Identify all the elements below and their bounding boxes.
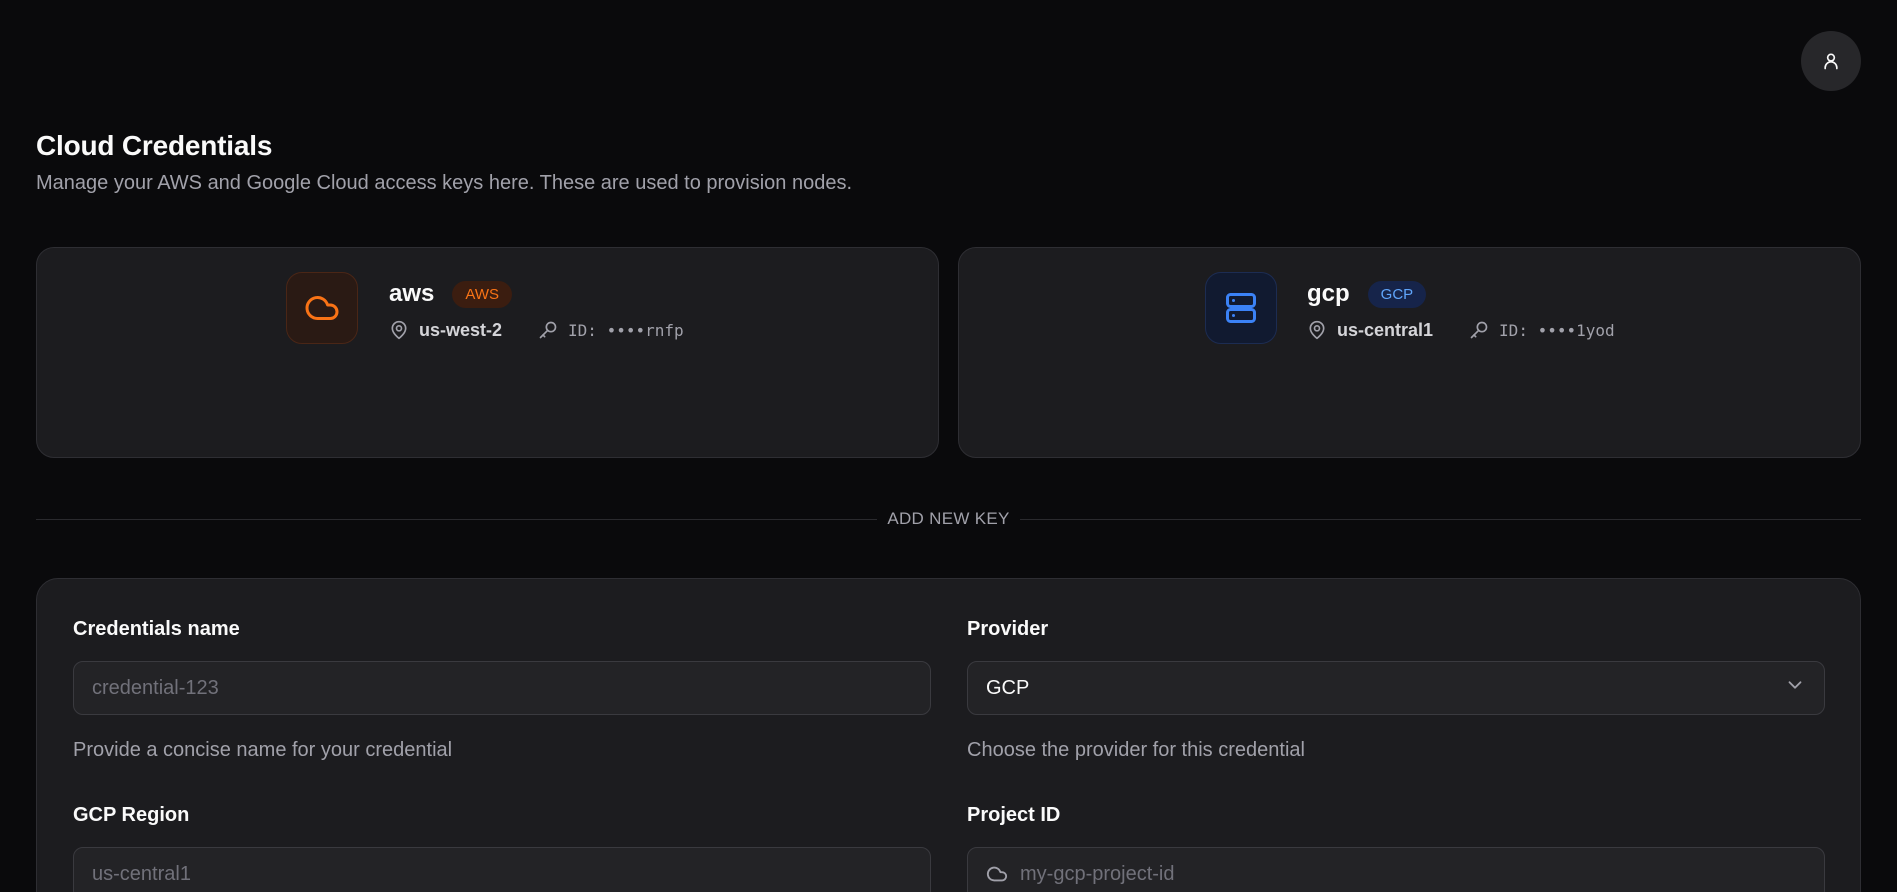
credential-info: gcp GCP us-central1 ID: ••••1yod bbox=[1307, 278, 1615, 344]
region-field: GCP Region us-central1 bbox=[73, 804, 931, 892]
user-icon bbox=[1824, 53, 1838, 70]
provider-select[interactable]: GCP bbox=[967, 661, 1825, 715]
credential-card-gcp[interactable]: gcp GCP us-central1 ID: ••••1yod bbox=[958, 247, 1861, 458]
credential-region: us-west-2 bbox=[419, 319, 503, 340]
input-placeholder: us-central1 bbox=[92, 862, 191, 885]
key-icon bbox=[1470, 321, 1488, 339]
field-help: Choose the provider for this credential bbox=[967, 739, 1305, 761]
credential-region: us-central1 bbox=[1337, 319, 1434, 340]
credential-name: gcp bbox=[1307, 280, 1350, 307]
input-placeholder: my-gcp-project-id bbox=[1020, 862, 1175, 885]
field-label: Provider bbox=[967, 618, 1049, 640]
provider-icon-aws bbox=[286, 272, 358, 344]
select-value: GCP bbox=[986, 676, 1030, 699]
add-key-divider: ADD NEW KEY bbox=[36, 507, 1862, 531]
chevron-down-icon bbox=[1788, 681, 1802, 689]
credential-key-id: ID: ••••1yod bbox=[1499, 320, 1615, 340]
credential-info: aws AWS us-west-2 ID: ••••rnfp bbox=[389, 278, 684, 344]
cloud-icon bbox=[305, 296, 339, 320]
region-input[interactable]: us-central1 bbox=[73, 847, 931, 892]
page-header: Cloud Credentials Manage your AWS and Go… bbox=[36, 130, 852, 195]
field-help: Provide a concise name for your credenti… bbox=[73, 739, 453, 761]
map-pin-icon bbox=[391, 320, 407, 340]
user-menu-button[interactable] bbox=[1801, 31, 1861, 91]
field-label: Credentials name bbox=[73, 618, 240, 640]
credential-card-aws[interactable]: aws AWS us-west-2 ID: ••••rnfp bbox=[36, 247, 939, 458]
provider-field: Provider GCP Choose the provider for thi… bbox=[967, 618, 1825, 762]
page-subtitle: Manage your AWS and Google Cloud access … bbox=[36, 172, 853, 194]
provider-badge: GCP bbox=[1367, 280, 1427, 308]
server-icon bbox=[1226, 293, 1256, 323]
project-id-field: Project ID my-gcp-project-id bbox=[967, 804, 1825, 892]
provider-icon-gcp bbox=[1205, 272, 1277, 344]
field-label: Project ID bbox=[967, 804, 1061, 826]
key-icon bbox=[539, 321, 557, 339]
divider-line bbox=[1019, 518, 1862, 520]
field-label: GCP Region bbox=[73, 804, 190, 826]
credentials-name-field: Credentials name credential-123 Provide … bbox=[73, 618, 931, 762]
credentials-name-input[interactable]: credential-123 bbox=[73, 661, 931, 715]
provider-badge: AWS bbox=[452, 280, 512, 308]
map-pin-icon bbox=[1309, 320, 1325, 340]
credential-key-id: ID: ••••rnfp bbox=[568, 320, 684, 340]
cloud-icon bbox=[986, 866, 1008, 882]
add-credential-form: Credentials name credential-123 Provide … bbox=[36, 578, 1861, 892]
divider-line bbox=[36, 518, 878, 520]
divider-label: ADD NEW KEY bbox=[887, 509, 1010, 528]
credential-name: aws bbox=[389, 280, 435, 307]
input-placeholder: credential-123 bbox=[92, 676, 219, 699]
page: Cloud Credentials Manage your AWS and Go… bbox=[0, 0, 1897, 892]
page-title: Cloud Credentials bbox=[36, 130, 273, 161]
project-id-input[interactable]: my-gcp-project-id bbox=[967, 847, 1825, 892]
